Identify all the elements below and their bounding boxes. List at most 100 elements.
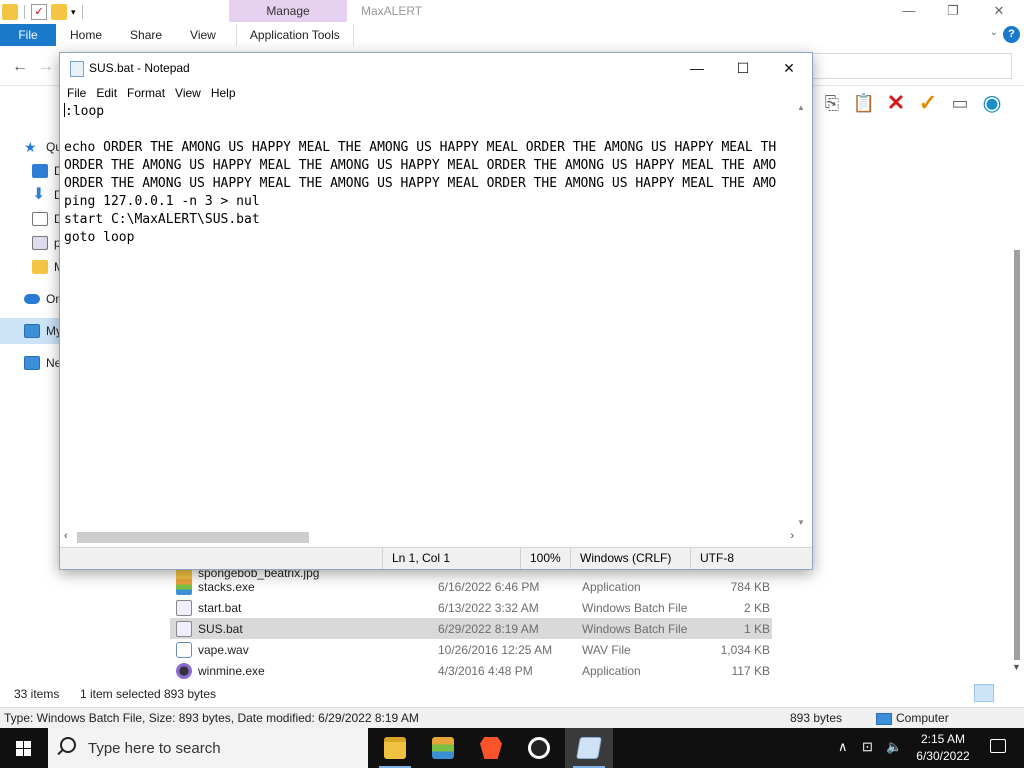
details-view-icon[interactable] xyxy=(974,684,994,702)
text-editor[interactable]: :loop echo ORDER THE AMONG US HAPPY MEAL… xyxy=(62,103,794,529)
paste-icon[interactable]: 📋 xyxy=(852,92,876,114)
file-list-scrollbar[interactable]: ▼ xyxy=(1012,250,1022,672)
download-icon: ⬇ xyxy=(32,186,46,203)
item-count: 33 items xyxy=(14,687,60,701)
document-icon xyxy=(32,212,48,226)
stacks-icon xyxy=(176,578,192,595)
text-line: ping 127.0.0.1 -n 3 > nul xyxy=(64,194,260,209)
ribbon-tabs: File Home Share View Application Tools xyxy=(0,24,1024,46)
text-line: ORDER THE AMONG US HAPPY MEAL THE AMONG … xyxy=(64,158,777,173)
customize-toolbar-icon[interactable]: ▾ xyxy=(71,7,76,18)
forward-icon[interactable]: → xyxy=(38,58,54,76)
table-row[interactable]: stacks.exe 6/16/2022 6:46 PM Application… xyxy=(170,576,772,597)
copy-icon[interactable]: ⎘ xyxy=(820,92,844,114)
taskbar-obs[interactable] xyxy=(515,728,563,768)
tab-share[interactable]: Share xyxy=(116,24,176,46)
zoom-level: 100% xyxy=(520,548,572,569)
taskbar-file-explorer[interactable] xyxy=(371,728,419,768)
back-icon[interactable]: ← xyxy=(12,58,28,76)
volume-icon[interactable]: 🔈 xyxy=(886,739,902,755)
vertical-scrollbar[interactable]: ▲ ▼ xyxy=(794,103,811,529)
properties-icon[interactable]: ✓ xyxy=(31,4,47,20)
nav-item-pictures[interactable]: p xyxy=(32,232,61,254)
clock[interactable]: 2:15 AM 6/30/2022 xyxy=(908,731,978,765)
minimize-icon[interactable]: — xyxy=(674,53,720,83)
large-icons-view-icon[interactable] xyxy=(998,684,1018,702)
file-details: Type: Windows Batch File, Size: 893 byte… xyxy=(4,711,419,725)
star-icon: ★ xyxy=(24,139,37,155)
nav-item-onedrive[interactable]: On xyxy=(24,288,62,310)
text-line: ORDER THE AMONG US HAPPY MEAL THE AMONG … xyxy=(64,176,777,191)
brave-browser-icon xyxy=(480,737,502,759)
quick-access-toolbar: ✓ ▾ xyxy=(0,0,230,24)
scroll-down-icon[interactable]: ▼ xyxy=(797,518,805,527)
notepad-window: SUS.bat - Notepad — ☐ ✕ File Edit Format… xyxy=(59,52,813,570)
window-icon[interactable]: ▭ xyxy=(948,92,972,114)
help-icon[interactable]: ? xyxy=(1003,26,1020,43)
checkmark-icon[interactable]: ✓ xyxy=(916,92,940,114)
expand-ribbon-icon[interactable]: ⌄ xyxy=(990,27,998,38)
new-folder-icon[interactable] xyxy=(51,4,67,20)
maximize-icon[interactable]: ☐ xyxy=(720,53,766,83)
scroll-down-icon[interactable]: ▼ xyxy=(1012,662,1021,672)
taskbar-brave[interactable] xyxy=(467,728,515,768)
scroll-left-icon[interactable]: ‹ xyxy=(64,530,68,542)
menu-file[interactable]: File xyxy=(62,83,91,103)
table-row[interactable]: winmine.exe 4/3/2016 4:48 PM Application… xyxy=(170,660,772,681)
scrollbar-thumb[interactable] xyxy=(1014,250,1020,660)
tab-view[interactable]: View xyxy=(176,24,230,46)
batch-file-icon xyxy=(176,599,192,616)
scroll-up-icon[interactable]: ▲ xyxy=(797,103,805,112)
winmine-icon xyxy=(176,662,192,679)
horizontal-scrollbar[interactable]: ‹ › xyxy=(60,529,794,546)
text-line: :loop xyxy=(64,103,105,119)
taskbar-search[interactable]: Type here to search xyxy=(48,728,368,768)
taskbar-notepad[interactable] xyxy=(565,728,613,768)
nav-item-quick-access[interactable]: ★ Qu xyxy=(24,136,62,158)
bluestacks-icon xyxy=(432,737,454,759)
computer-icon xyxy=(24,324,40,338)
pictures-icon xyxy=(32,236,48,250)
taskbar: Type here to search ∧ ⊡ 🔈 2:15 AM 6/30/2… xyxy=(0,728,1024,768)
folder-icon xyxy=(32,260,48,274)
globe-icon[interactable]: ◉ xyxy=(980,92,1004,114)
menu-view[interactable]: View xyxy=(170,83,206,103)
close-icon[interactable]: ✕ xyxy=(766,53,812,83)
folder-icon[interactable] xyxy=(2,4,18,20)
manage-contextual-tab[interactable]: Manage xyxy=(229,0,347,22)
taskbar-bluestacks[interactable] xyxy=(419,728,467,768)
text-line: start C:\MaxALERT\SUS.bat xyxy=(64,212,260,227)
details-bar: Type: Windows Batch File, Size: 893 byte… xyxy=(0,707,1024,728)
network-icon xyxy=(24,356,40,370)
search-box[interactable] xyxy=(812,53,1012,79)
file-size: 893 bytes xyxy=(790,711,843,725)
cloud-icon xyxy=(24,294,40,304)
scrollbar-thumb[interactable] xyxy=(77,532,309,543)
restore-icon[interactable]: ❐ xyxy=(930,0,976,22)
batch-file-icon xyxy=(176,620,192,637)
tab-home[interactable]: Home xyxy=(56,24,116,46)
table-row-selected[interactable]: SUS.bat 6/29/2022 8:19 AM Windows Batch … xyxy=(170,618,772,639)
start-button[interactable] xyxy=(0,728,48,768)
explorer-status-bar: 33 items 1 item selected 893 bytes xyxy=(0,684,1024,704)
close-icon[interactable]: ✕ xyxy=(976,0,1022,22)
tab-application-tools[interactable]: Application Tools xyxy=(235,24,354,46)
table-row[interactable]: start.bat 6/13/2022 3:32 AM Windows Batc… xyxy=(170,597,772,618)
menu-edit[interactable]: Edit xyxy=(91,83,122,103)
desktop-icon xyxy=(32,164,48,178)
notification-icon[interactable] xyxy=(990,739,1006,753)
menu-help[interactable]: Help xyxy=(206,83,241,103)
nav-item-network[interactable]: Ne xyxy=(24,352,61,374)
delete-icon[interactable]: ✕ xyxy=(884,92,908,114)
search-icon xyxy=(60,737,76,753)
nav-item-my-computer[interactable]: My xyxy=(24,320,62,342)
table-row[interactable]: vape.wav 10/26/2016 12:25 AM WAV File 1,… xyxy=(170,639,772,660)
chevron-up-icon[interactable]: ∧ xyxy=(838,739,848,755)
notepad-status-bar: Ln 1, Col 1 100% Windows (CRLF) UTF-8 xyxy=(60,547,812,569)
network-icon[interactable]: ⊡ xyxy=(862,739,873,755)
tab-file[interactable]: File xyxy=(0,24,56,46)
cursor-position: Ln 1, Col 1 xyxy=(382,548,522,569)
minimize-icon[interactable]: — xyxy=(886,0,932,22)
menu-format[interactable]: Format xyxy=(122,83,170,103)
notepad-title-bar[interactable]: SUS.bat - Notepad — ☐ ✕ xyxy=(60,53,812,83)
